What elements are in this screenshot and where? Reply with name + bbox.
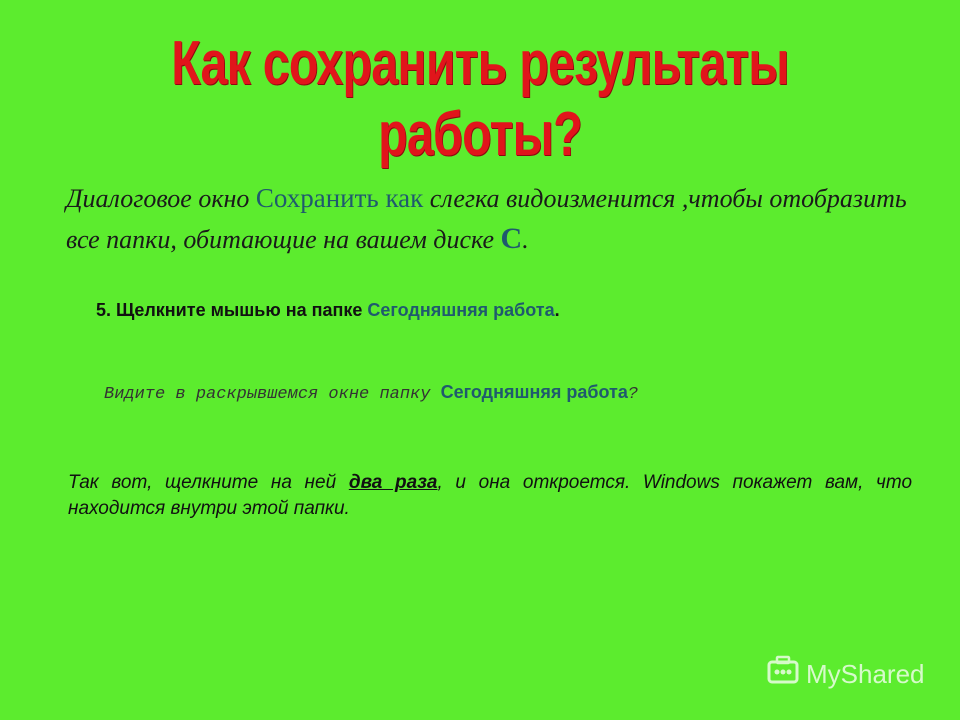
question-prefix: Видите в раскрывшемся окне папку [104, 385, 431, 404]
watermark-text: MyShared [806, 659, 925, 689]
question-end: ? [627, 385, 639, 404]
double-click-highlight: два раза [348, 472, 438, 493]
step-instruction: 5. Щелкните мышью на папке Сегодняшняя р… [96, 300, 896, 321]
step-end: . [554, 300, 560, 320]
paragraph1-end: . [522, 225, 529, 254]
myshared-watermark: MyShared [766, 654, 925, 695]
myshared-logo-icon [766, 654, 800, 695]
paragraph1-part1: Диалоговое окно [66, 184, 250, 213]
question-line: Видите в раскрывшемся окне папку Сегодня… [104, 382, 924, 404]
dialog-name: Сохранить как [255, 183, 424, 213]
paragraph-dialog-description: Диалоговое окно Сохранить как слегка вид… [66, 178, 926, 260]
drive-letter: С [500, 222, 523, 255]
step-folder-name: Сегодняшняя работа [367, 300, 555, 320]
slide-title: Как сохранить результаты работы? [171, 29, 789, 169]
paragraph-double-click: Так вот, щелкните на ней два раза, и она… [68, 470, 912, 522]
question-folder-name: Сегодняшняя работа [440, 382, 628, 402]
paragraph3-part1: Так вот, щелкните на ней [68, 472, 337, 493]
step-prefix: 5. Щелкните мышью на папке [96, 300, 363, 320]
